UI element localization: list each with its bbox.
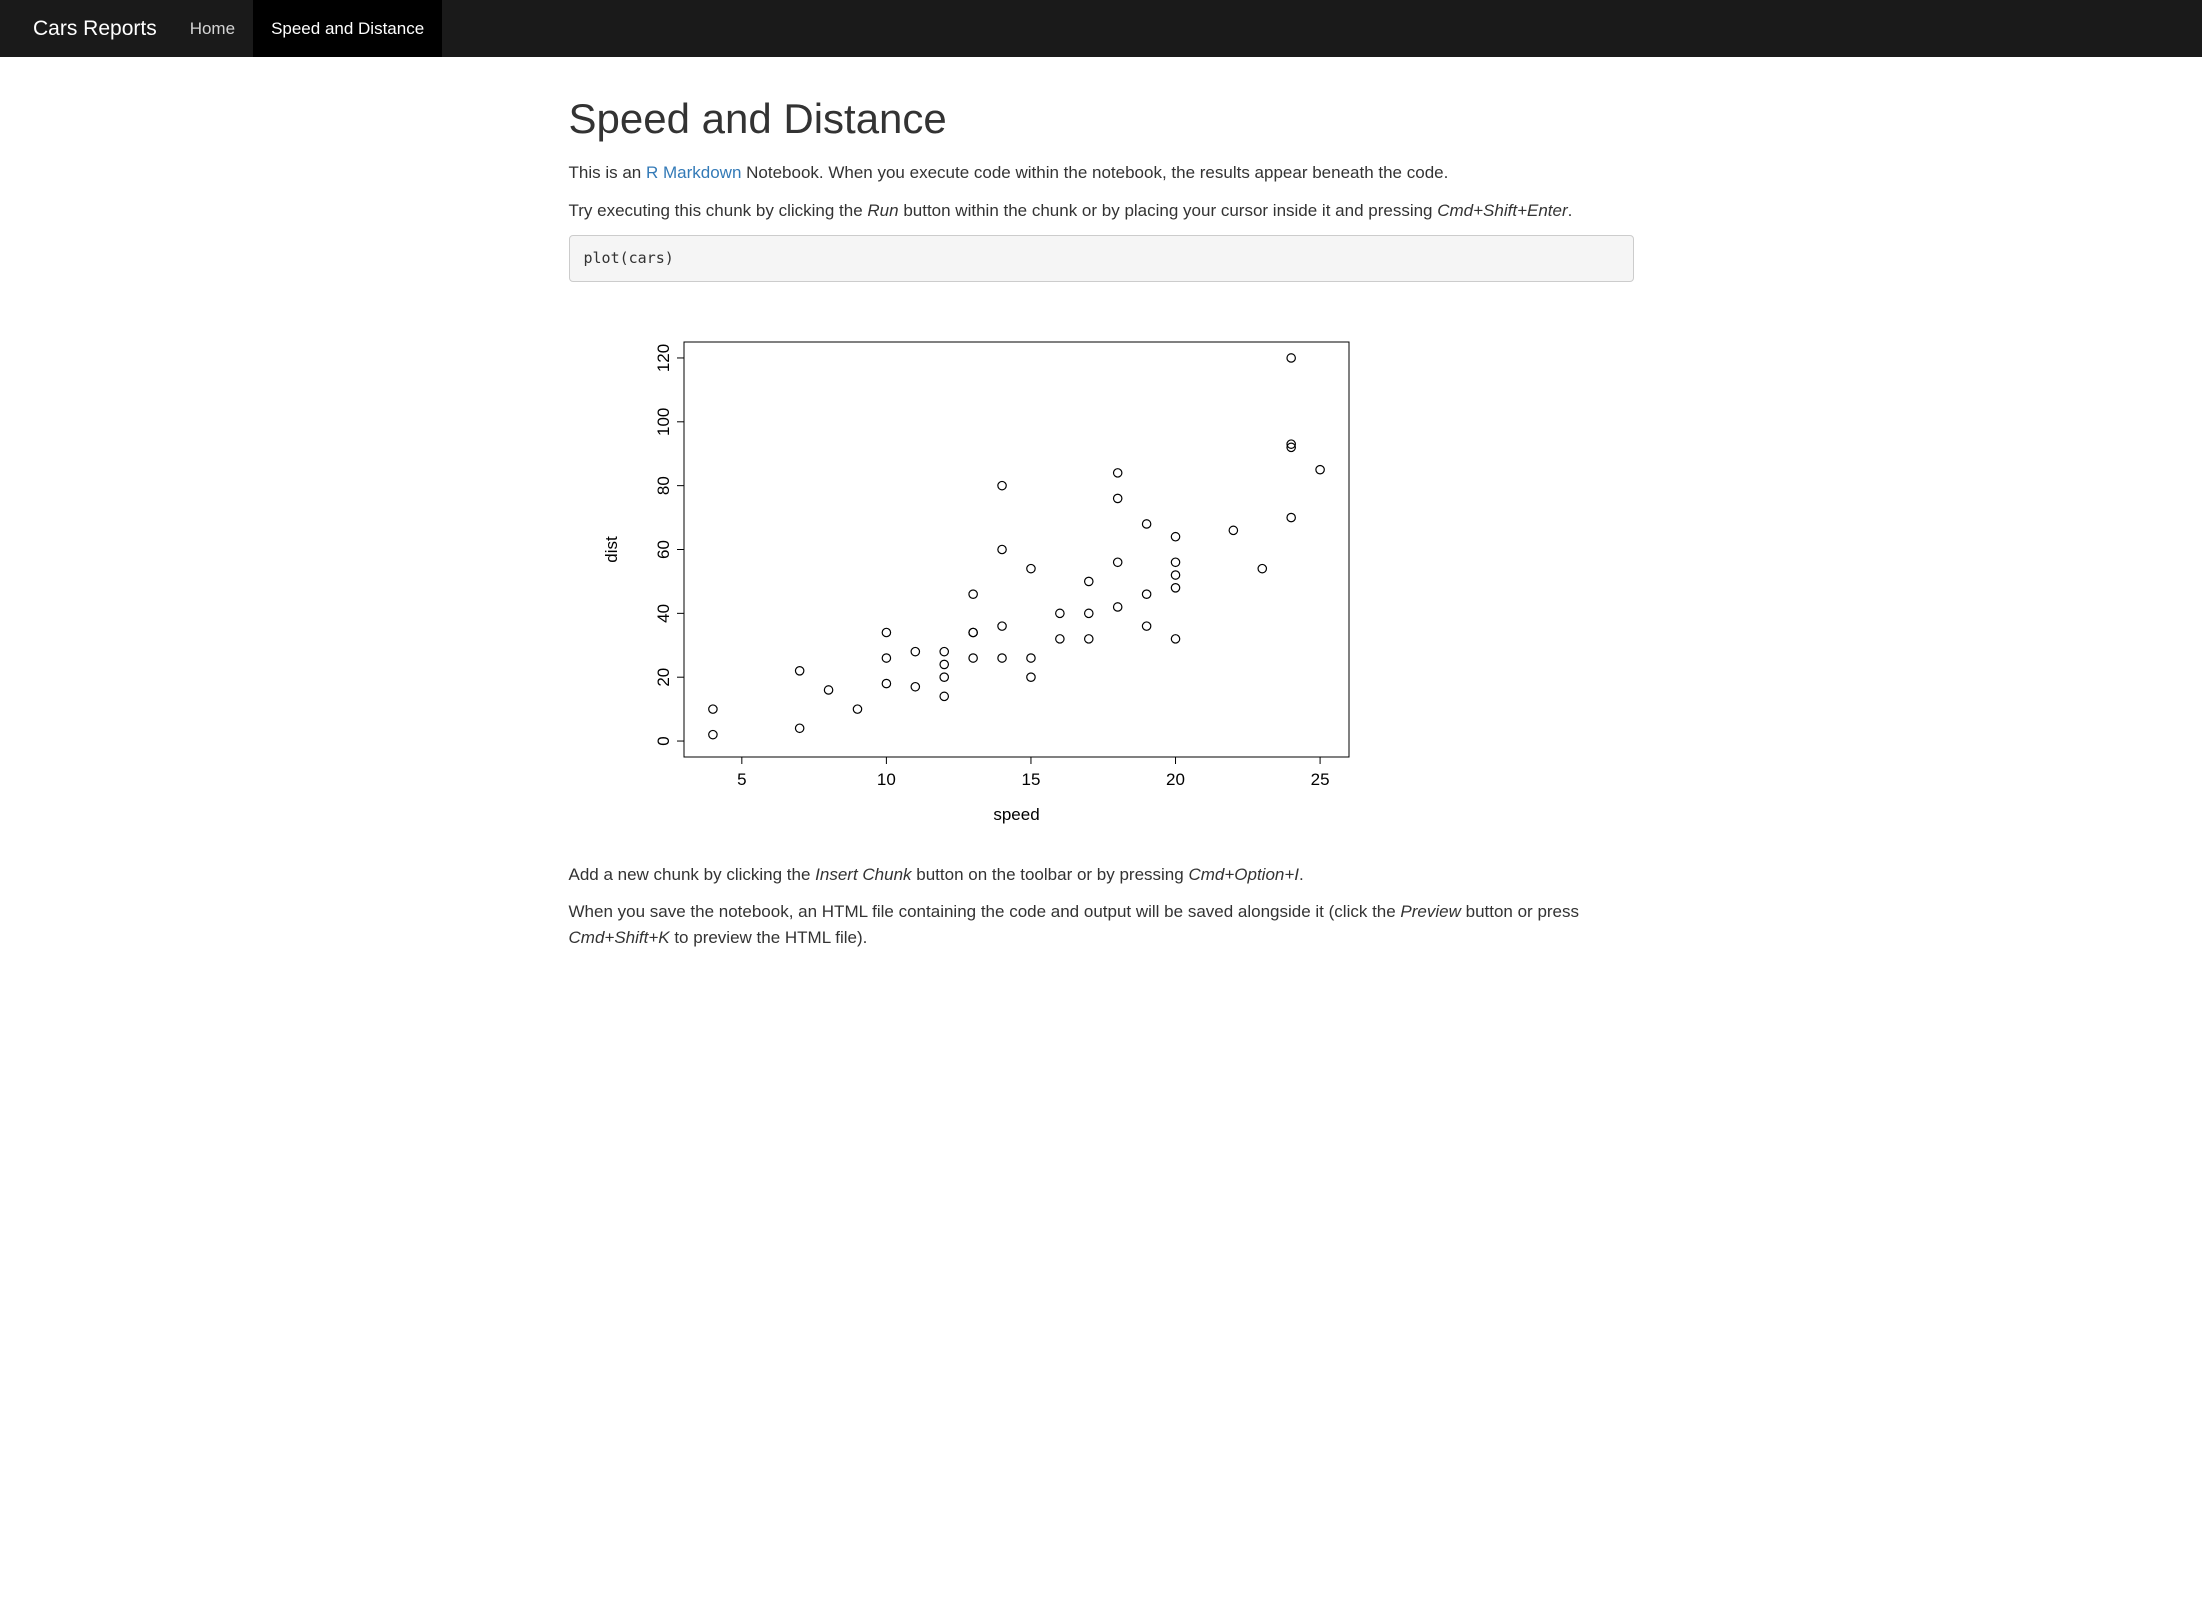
svg-text:120: 120 — [654, 343, 673, 371]
intro-text: This is an — [569, 163, 646, 182]
add-shortcut-emphasis: Cmd+Option+I — [1188, 865, 1299, 884]
save-text-2: button or press — [1461, 902, 1579, 921]
save-text: When you save the notebook, an HTML file… — [569, 902, 1401, 921]
svg-text:60: 60 — [654, 540, 673, 559]
try-paragraph: Try executing this chunk by clicking the… — [569, 198, 1634, 224]
code-block: plot(cars) — [569, 235, 1634, 282]
insert-chunk-emphasis: Insert Chunk — [815, 865, 911, 884]
brand-link[interactable]: Cars Reports — [18, 0, 172, 57]
intro-paragraph: This is an R Markdown Notebook. When you… — [569, 160, 1634, 186]
svg-text:25: 25 — [1310, 770, 1329, 789]
svg-text:20: 20 — [1166, 770, 1185, 789]
svg-text:15: 15 — [1021, 770, 1040, 789]
run-emphasis: Run — [867, 201, 898, 220]
svg-text:80: 80 — [654, 476, 673, 495]
svg-text:40: 40 — [654, 603, 673, 622]
main-content: Speed and Distance This is an R Markdown… — [554, 57, 1649, 1002]
save-paragraph: When you save the notebook, an HTML file… — [569, 899, 1634, 950]
svg-text:speed: speed — [993, 805, 1039, 824]
try-text-3: . — [1568, 201, 1573, 220]
r-markdown-link[interactable]: R Markdown — [646, 163, 741, 182]
nav-speed-distance[interactable]: Speed and Distance — [253, 0, 442, 57]
svg-text:0: 0 — [654, 736, 673, 745]
scatter-plot: 5 10 15 20 25 0 20 40 60 80 100 120 speed dist — [589, 322, 1634, 832]
svg-text:5: 5 — [737, 770, 746, 789]
try-text: Try executing this chunk by clicking the — [569, 201, 868, 220]
nav-links: Home Speed and Distance — [172, 0, 442, 57]
intro-text-2: Notebook. When you execute code within t… — [741, 163, 1448, 182]
add-text: Add a new chunk by clicking the — [569, 865, 816, 884]
add-text-2: button on the toolbar or by pressing — [912, 865, 1189, 884]
svg-text:dist: dist — [602, 536, 621, 563]
nav-home[interactable]: Home — [172, 0, 253, 57]
scatter-plot-svg: 5 10 15 20 25 0 20 40 60 80 100 120 speed dist — [589, 322, 1369, 832]
save-text-3: to preview the HTML file). — [670, 928, 868, 947]
try-text-2: button within the chunk or by placing yo… — [899, 201, 1438, 220]
preview-emphasis: Preview — [1400, 902, 1460, 921]
shortcut-emphasis: Cmd+Shift+Enter — [1437, 201, 1567, 220]
svg-text:20: 20 — [654, 667, 673, 686]
svg-text:10: 10 — [876, 770, 895, 789]
page-title: Speed and Distance — [569, 87, 1634, 150]
add-chunk-paragraph: Add a new chunk by clicking the Insert C… — [569, 862, 1634, 888]
svg-text:100: 100 — [654, 407, 673, 435]
add-text-3: . — [1299, 865, 1304, 884]
navbar: Cars Reports Home Speed and Distance — [0, 0, 2202, 57]
save-shortcut-emphasis: Cmd+Shift+K — [569, 928, 670, 947]
